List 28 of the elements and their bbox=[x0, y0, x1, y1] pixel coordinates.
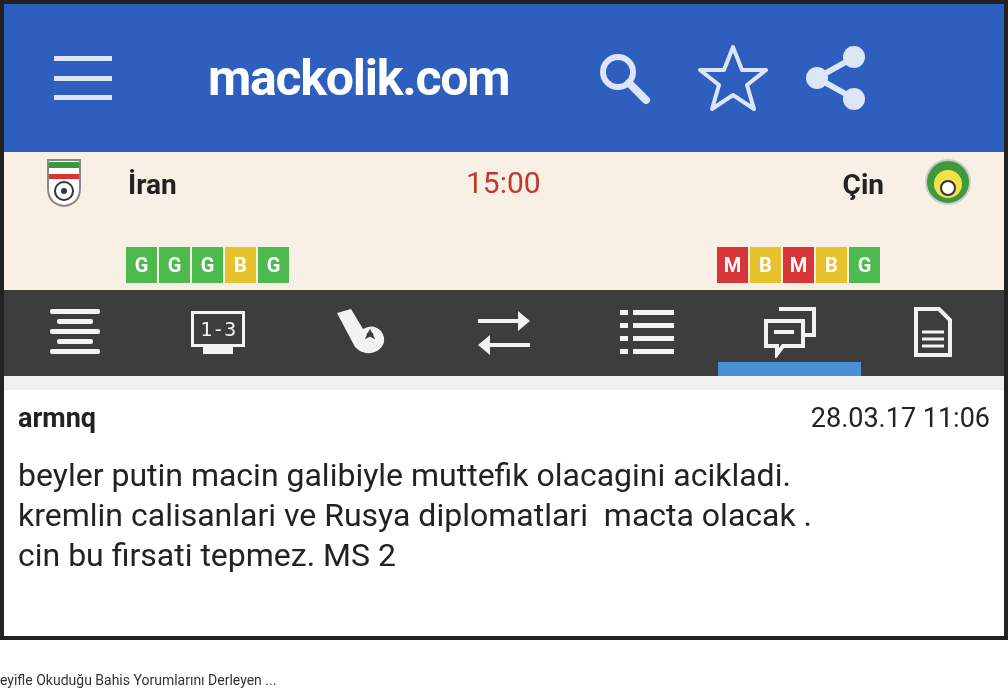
form-badge: B bbox=[225, 247, 256, 283]
comment-text: beyler putin macin galibiyle muttefik olacagini acikladi. kremlin calisanlari ve Rusya diplomatlari macta olacak . cin bu firsati tepmez. MS 2 bbox=[18, 454, 814, 575]
form-badge: G bbox=[192, 247, 223, 283]
comment-author: armnq bbox=[18, 401, 97, 436]
away-team-name: Çin bbox=[842, 167, 884, 203]
form-badge: M bbox=[783, 247, 814, 283]
chat-bubbles-icon bbox=[762, 306, 817, 358]
image-caption: eyifle Okuduğu Bahis Yorumlarını Derleyen ... bbox=[0, 671, 278, 690]
menu-icon[interactable] bbox=[54, 56, 112, 100]
swap-arrows-icon bbox=[476, 309, 532, 355]
form-badge: M bbox=[717, 247, 748, 283]
form-badge: G bbox=[159, 247, 190, 283]
home-team-name: İran bbox=[128, 167, 177, 203]
match-time: 15:00 bbox=[466, 164, 541, 202]
form-badge: B bbox=[816, 247, 847, 283]
star-icon[interactable] bbox=[697, 43, 770, 113]
tab[interactable]: 1-3 bbox=[146, 290, 290, 376]
team-crest-icon bbox=[924, 158, 972, 206]
form-badge: G bbox=[258, 247, 289, 283]
list-icon bbox=[619, 308, 674, 356]
form-badge: G bbox=[126, 247, 157, 283]
team-crest-icon bbox=[46, 158, 82, 208]
comment-date: 28.03.17 11:06 bbox=[810, 401, 990, 436]
form-badge: G bbox=[849, 247, 880, 283]
document-icon bbox=[912, 306, 953, 358]
search-icon[interactable] bbox=[597, 51, 652, 105]
app-logo: mackolik.com bbox=[208, 53, 510, 103]
form-badge: B bbox=[750, 247, 781, 283]
